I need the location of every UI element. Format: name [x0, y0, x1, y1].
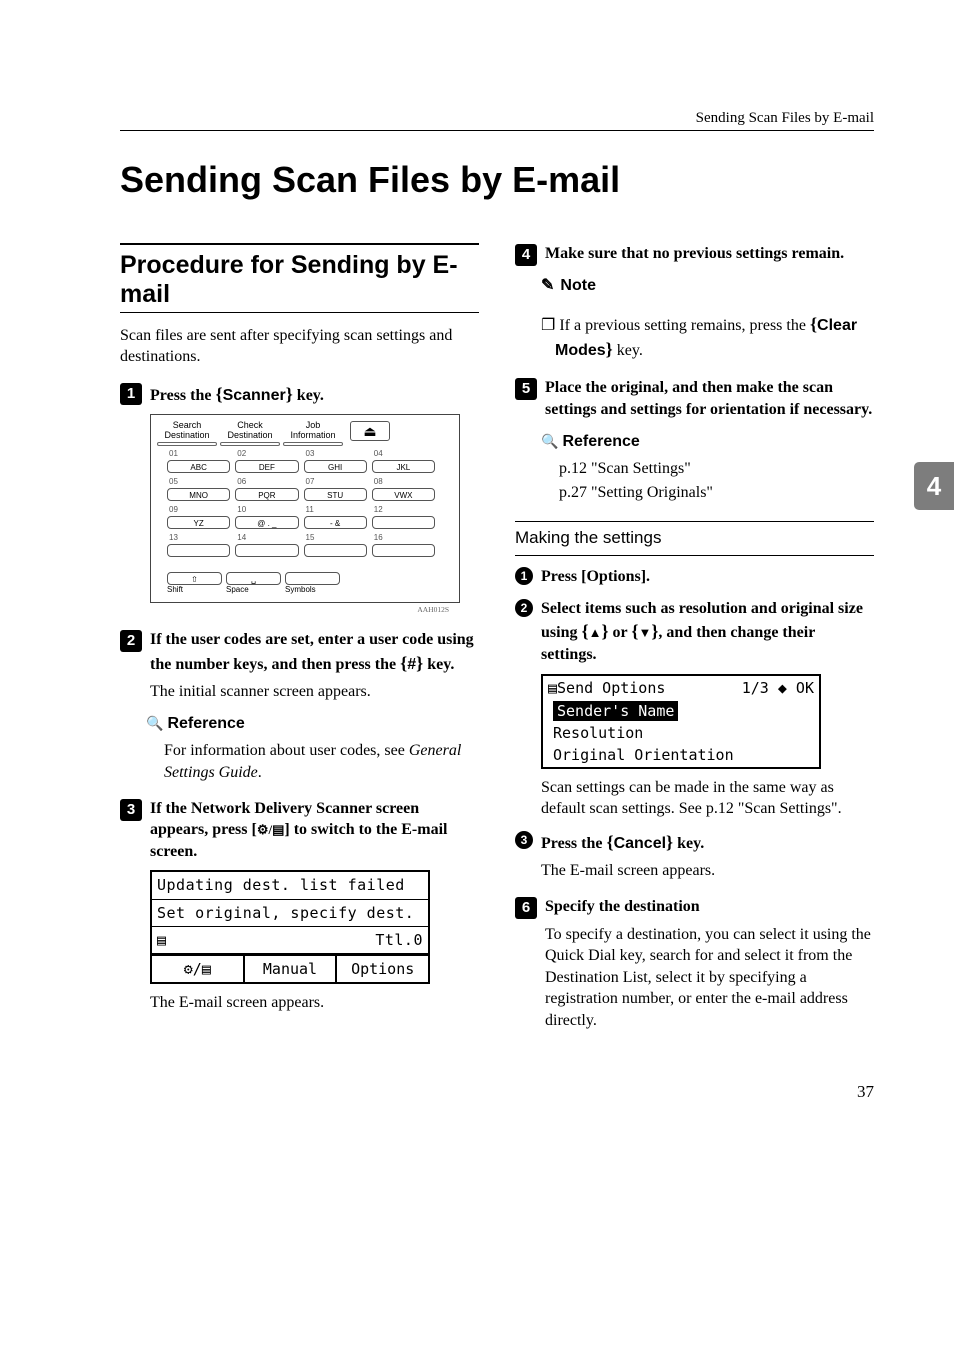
lcd1-line1: Updating dest. list failed — [152, 872, 428, 899]
kp-06: 06PQR — [235, 477, 298, 502]
right-column: 4 Make sure that no previous settings re… — [515, 243, 874, 1038]
lcd1-soft-manual: Manual — [245, 954, 337, 982]
step-5-text: Place the original, and then make the sc… — [545, 379, 872, 418]
kp-job-information: Job Information — [283, 421, 343, 446]
kp-14: 14 — [235, 533, 298, 558]
step-5-number: 5 — [515, 378, 537, 400]
cancel-key-label: Cancel — [614, 835, 666, 852]
kp-09: 09YZ — [167, 505, 230, 530]
ref-setting-originals: p.27 "Setting Originals" — [559, 482, 874, 504]
ref-scan-settings: p.12 "Scan Settings" — [559, 458, 874, 480]
kp-search-destination: Search Destination — [157, 421, 217, 446]
lcd1-left-icon: ▤ — [157, 930, 167, 950]
substep-a-text: Press [Options]. — [541, 568, 650, 585]
note-label: Note — [541, 275, 874, 297]
up-arrow-icon: ▲ — [589, 625, 602, 640]
kp-space: ␣Space — [226, 561, 281, 596]
scanner-key-label: Scanner — [223, 387, 286, 404]
lcd1-line2: Set original, specify dest. — [152, 900, 428, 927]
step-1-text-a: Press the — [150, 387, 215, 404]
main-title: Sending Scan Files by E-mail — [120, 159, 874, 201]
lcd2-title: ▤Send Options — [548, 678, 665, 698]
section-heading: Procedure for Sending by E-mail — [120, 243, 479, 313]
substep-c-text-b: key. — [673, 835, 704, 852]
substep-b-after: Scan settings can be made in the same wa… — [541, 777, 874, 820]
kp-eject-icon: ⏏ — [350, 421, 390, 441]
kp-08: 08VWX — [372, 477, 435, 502]
substep-b: 2 Select items such as resolution and or… — [515, 598, 874, 666]
substep-b-mid: or — [609, 624, 632, 641]
substep-c-text-a: Press the — [541, 835, 606, 852]
kp-01: 01ABC — [167, 449, 230, 474]
lcd-email-screen: Updating dest. list failed Set original,… — [150, 870, 430, 984]
step-1: 1 Press the {Scanner} key. — [120, 382, 479, 407]
step-6-text: Specify the destination — [545, 898, 700, 915]
kp-04: 04JKL — [372, 449, 435, 474]
kp-shift: ⇧Shift — [167, 561, 222, 596]
reference-label-2: Reference — [541, 431, 874, 453]
down-arrow-icon: ▼ — [638, 625, 651, 640]
kp-05: 05MNO — [167, 477, 230, 502]
kp-check-destination: Check Destination — [220, 421, 280, 446]
hash-key-label: # — [407, 656, 416, 673]
kp-03: 03GHI — [304, 449, 367, 474]
running-header: Sending Scan Files by E-mail — [120, 110, 874, 131]
lcd2-senders-name: Sender's Name — [553, 701, 678, 721]
kp-16: 16 — [372, 533, 435, 558]
step-2-number: 2 — [120, 630, 142, 652]
step-4-text: Make sure that no previous settings rema… — [545, 245, 844, 262]
lcd1-total: Ttl.0 — [375, 930, 423, 950]
kp-15: 15 — [304, 533, 367, 558]
keypad-diagram: Search Destination Check Destination Job… — [150, 414, 460, 603]
step-3-after: The E-mail screen appears. — [150, 992, 479, 1014]
step-6: 6 Specify the destination — [515, 896, 874, 918]
step-6-number: 6 — [515, 897, 537, 919]
step-2: 2 If the user codes are set, enter a use… — [120, 629, 479, 675]
kp-12: 12 — [372, 505, 435, 530]
step-2-after: The initial scanner screen appears. — [150, 681, 479, 703]
kp-02: 02DEF — [235, 449, 298, 474]
kp-11: 11- & — [304, 505, 367, 530]
step-3: 3 If the Network Delivery Scanner screen… — [120, 798, 479, 863]
step-5: 5 Place the original, and then make the … — [515, 377, 874, 420]
step-4: 4 Make sure that no previous settings re… — [515, 243, 874, 265]
substep-c: 3 Press the {Cancel} key. — [515, 830, 874, 855]
step-6-after: To specify a destination, you can select… — [545, 924, 874, 1032]
step-1-text-b: key. — [293, 387, 324, 404]
lcd2-resolution: Resolution — [543, 722, 819, 744]
reference-body-1: For information about user codes, see Ge… — [164, 740, 479, 783]
step-4-number: 4 — [515, 244, 537, 266]
step-3-number: 3 — [120, 799, 142, 821]
step-2-text-b: key. — [423, 656, 454, 673]
lcd1-soft-switch: ⚙/▤ — [152, 954, 245, 982]
left-column: Procedure for Sending by E-mail Scan fil… — [120, 243, 479, 1038]
keypad-caption: AAH012S — [120, 605, 449, 615]
kp-10: 10@ . _ — [235, 505, 298, 530]
intro-para: Scan files are sent after specifying sca… — [120, 325, 479, 368]
step-1-number: 1 — [120, 383, 142, 405]
substep-c-number: 3 — [515, 831, 533, 849]
kp-symbols: Symbols — [285, 561, 340, 596]
making-the-settings-heading: Making the settings — [515, 521, 874, 556]
kp-13: 13 — [167, 533, 230, 558]
chapter-tab: 4 — [914, 462, 954, 510]
lcd1-soft-options: Options — [336, 954, 428, 982]
lcd2-orientation: Original Orientation — [543, 744, 819, 766]
substep-a-number: 1 — [515, 567, 533, 585]
net-email-switch-icon: ⚙/▤ — [257, 822, 285, 837]
reference-label-1: Reference — [146, 713, 479, 735]
lcd2-page-indicator: 1/3 ◆ OK — [742, 678, 814, 698]
substep-a: 1 Press [Options]. — [515, 566, 874, 588]
lcd-send-options: ▤Send Options 1/3 ◆ OK Sender's Name Res… — [541, 674, 821, 769]
kp-07: 07STU — [304, 477, 367, 502]
step-4-note: If a previous setting remains, press the… — [555, 312, 874, 361]
page-number: 37 — [120, 1082, 874, 1102]
substep-c-after: The E-mail screen appears. — [541, 860, 874, 882]
substep-b-number: 2 — [515, 599, 533, 617]
lcd1-line3: ▤ Ttl.0 — [152, 927, 428, 954]
